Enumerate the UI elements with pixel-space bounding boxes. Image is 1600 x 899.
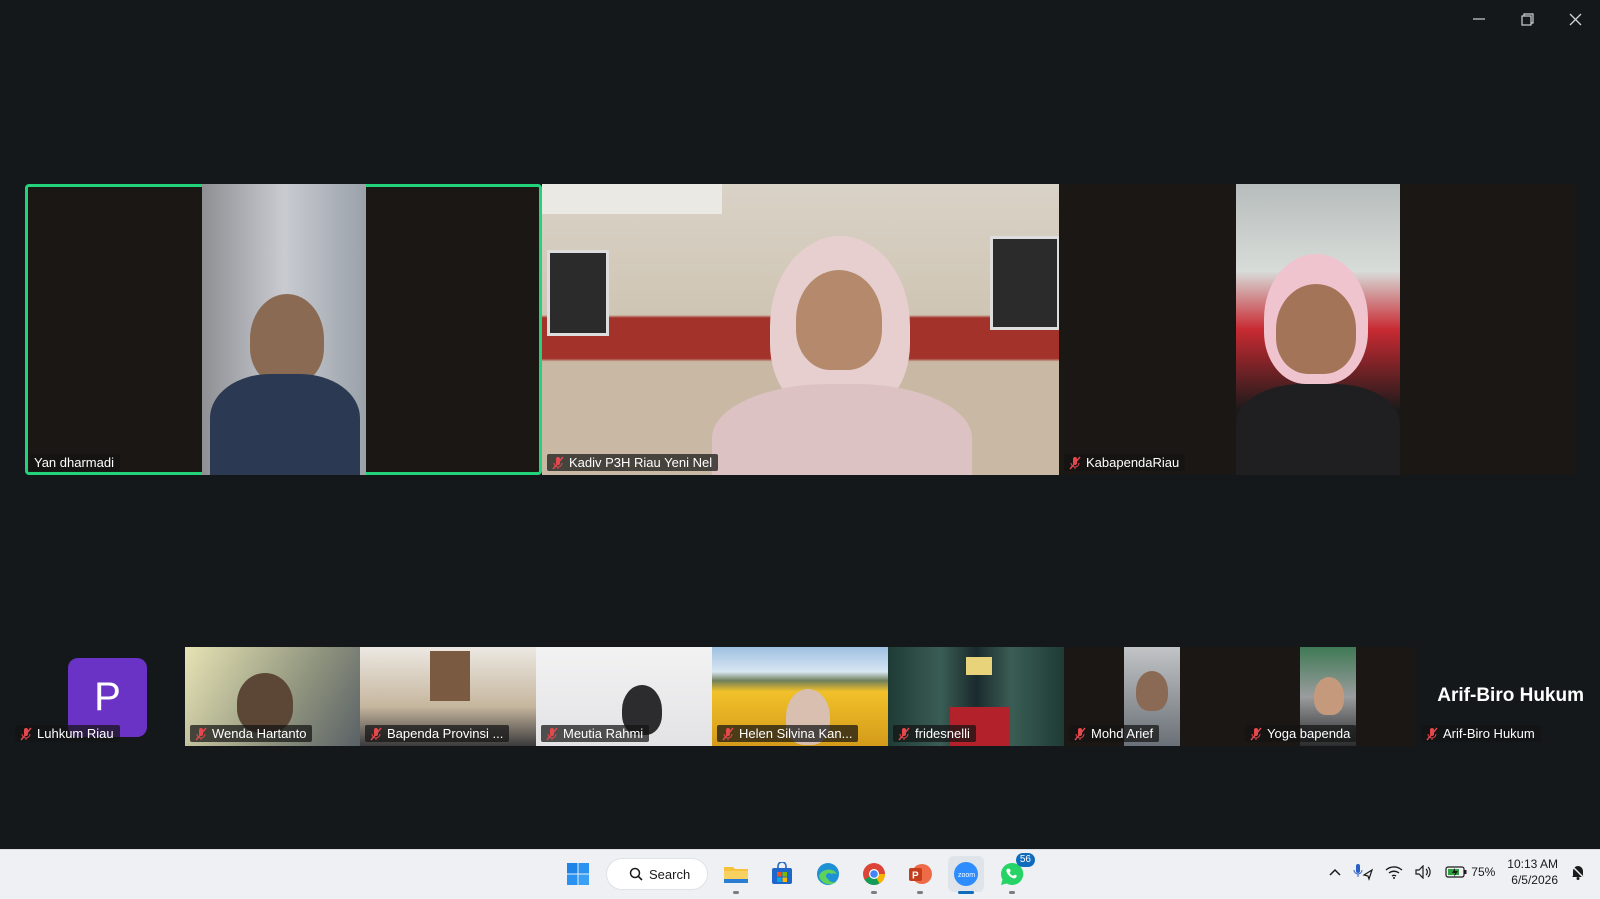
battery-indicator[interactable]: 75% xyxy=(1445,865,1495,879)
chrome-icon[interactable] xyxy=(856,856,892,894)
participant-display-name: Arif-Biro Hukum xyxy=(1437,685,1584,706)
close-icon[interactable] xyxy=(1564,8,1586,30)
battery-charging-icon xyxy=(1445,866,1467,878)
wifi-icon[interactable] xyxy=(1385,865,1403,879)
participant-video xyxy=(202,184,366,475)
muted-mic-icon xyxy=(20,727,32,740)
video-tile-mohd-arief[interactable]: Mohd Arief xyxy=(1064,647,1240,746)
system-tray: 75% 10:13 AM 6/5/2026 xyxy=(1329,856,1586,888)
taskbar-search[interactable]: Search xyxy=(606,858,708,890)
video-tile-yoga-bapenda[interactable]: Yoga bapenda xyxy=(1240,647,1416,746)
participant-name-label: Helen Silvina Kan... xyxy=(717,725,859,742)
muted-mic-icon xyxy=(552,456,564,469)
minimize-icon[interactable] xyxy=(1468,8,1490,30)
participant-name-label: Kadiv P3H Riau Yeni Nel xyxy=(547,454,719,471)
participant-name-label: Bapenda Provinsi ... xyxy=(365,725,510,742)
notification-badge: 56 xyxy=(1015,853,1035,867)
participant-name-label: Arif-Biro Hukum xyxy=(1421,725,1541,742)
clock-date: 6/5/2026 xyxy=(1511,873,1558,887)
muted-mic-icon xyxy=(370,727,382,740)
svg-text:zoom: zoom xyxy=(958,872,975,879)
edge-icon[interactable] xyxy=(810,856,846,892)
participant-name-label: Yan dharmadi xyxy=(30,454,120,471)
window-controls xyxy=(1468,8,1586,30)
zoom-icon[interactable]: zoom xyxy=(948,856,984,894)
muted-mic-icon xyxy=(546,727,558,740)
powerpoint-icon[interactable]: P xyxy=(902,856,938,894)
muted-mic-icon xyxy=(722,727,734,740)
video-tile-wenda-hartanto[interactable]: Wenda Hartanto xyxy=(185,647,360,746)
battery-percentage: 75% xyxy=(1471,865,1496,879)
windows-start-icon[interactable] xyxy=(560,856,596,892)
muted-mic-icon xyxy=(1069,456,1081,469)
participant-video xyxy=(1236,184,1400,475)
muted-mic-icon xyxy=(195,727,207,740)
taskbar-apps: Search P zoom 56 xyxy=(560,853,1035,894)
video-tile-fridesnelli[interactable]: fridesnelli xyxy=(888,647,1064,746)
muted-mic-icon xyxy=(1074,727,1086,740)
video-tile-helen-silvina[interactable]: Helen Silvina Kan... xyxy=(712,647,888,746)
search-icon xyxy=(629,867,643,881)
participant-name-label: Wenda Hartanto xyxy=(190,725,313,742)
volume-icon[interactable] xyxy=(1415,865,1433,879)
participant-name-label: KabapendaRiau xyxy=(1064,454,1186,471)
participant-name-label: Meutia Rahmi xyxy=(541,725,650,742)
muted-mic-icon xyxy=(898,727,910,740)
file-explorer-icon[interactable] xyxy=(718,856,754,894)
clock[interactable]: 10:13 AM 6/5/2026 xyxy=(1507,856,1558,888)
microphone-location-icon[interactable] xyxy=(1353,863,1374,881)
participant-name-label: Luhkum Riau xyxy=(15,725,120,742)
participant-name-label: Mohd Arief xyxy=(1069,725,1160,742)
video-tile-kabapendariau[interactable]: KabapendaRiau xyxy=(1059,184,1576,475)
participant-name-label: fridesnelli xyxy=(893,725,976,742)
search-label: Search xyxy=(649,866,691,882)
video-tile-arif-biro-hukum[interactable]: Arif-Biro Hukum Arif-Biro Hukum xyxy=(1416,647,1592,746)
video-tile-meutia-rahmi[interactable]: Meutia Rahmi xyxy=(536,647,712,746)
whatsapp-icon[interactable]: 56 xyxy=(994,853,1035,894)
svg-text:P: P xyxy=(912,871,919,882)
notification-bell-icon[interactable] xyxy=(1570,864,1586,880)
video-tile-yan-dharmadi[interactable]: Yan dharmadi xyxy=(25,184,542,475)
chevron-up-icon[interactable] xyxy=(1329,868,1341,876)
microsoft-store-icon[interactable] xyxy=(764,856,800,892)
muted-mic-icon xyxy=(1250,727,1262,740)
video-tile-bapenda-provinsi[interactable]: Bapenda Provinsi ... xyxy=(360,647,536,746)
participant-video xyxy=(542,184,1059,475)
restore-icon[interactable] xyxy=(1516,8,1538,30)
clock-time: 10:13 AM xyxy=(1507,857,1558,871)
taskbar: Search P zoom 56 75% 10:13 AM 6/5/2026 xyxy=(0,849,1600,899)
video-tile-kadiv-p3h[interactable]: Kadiv P3H Riau Yeni Nel xyxy=(542,184,1059,475)
participant-name-label: Yoga bapenda xyxy=(1245,725,1357,742)
muted-mic-icon xyxy=(1426,727,1438,740)
video-tile-luhkum-riau[interactable]: P Luhkum Riau xyxy=(10,647,185,746)
